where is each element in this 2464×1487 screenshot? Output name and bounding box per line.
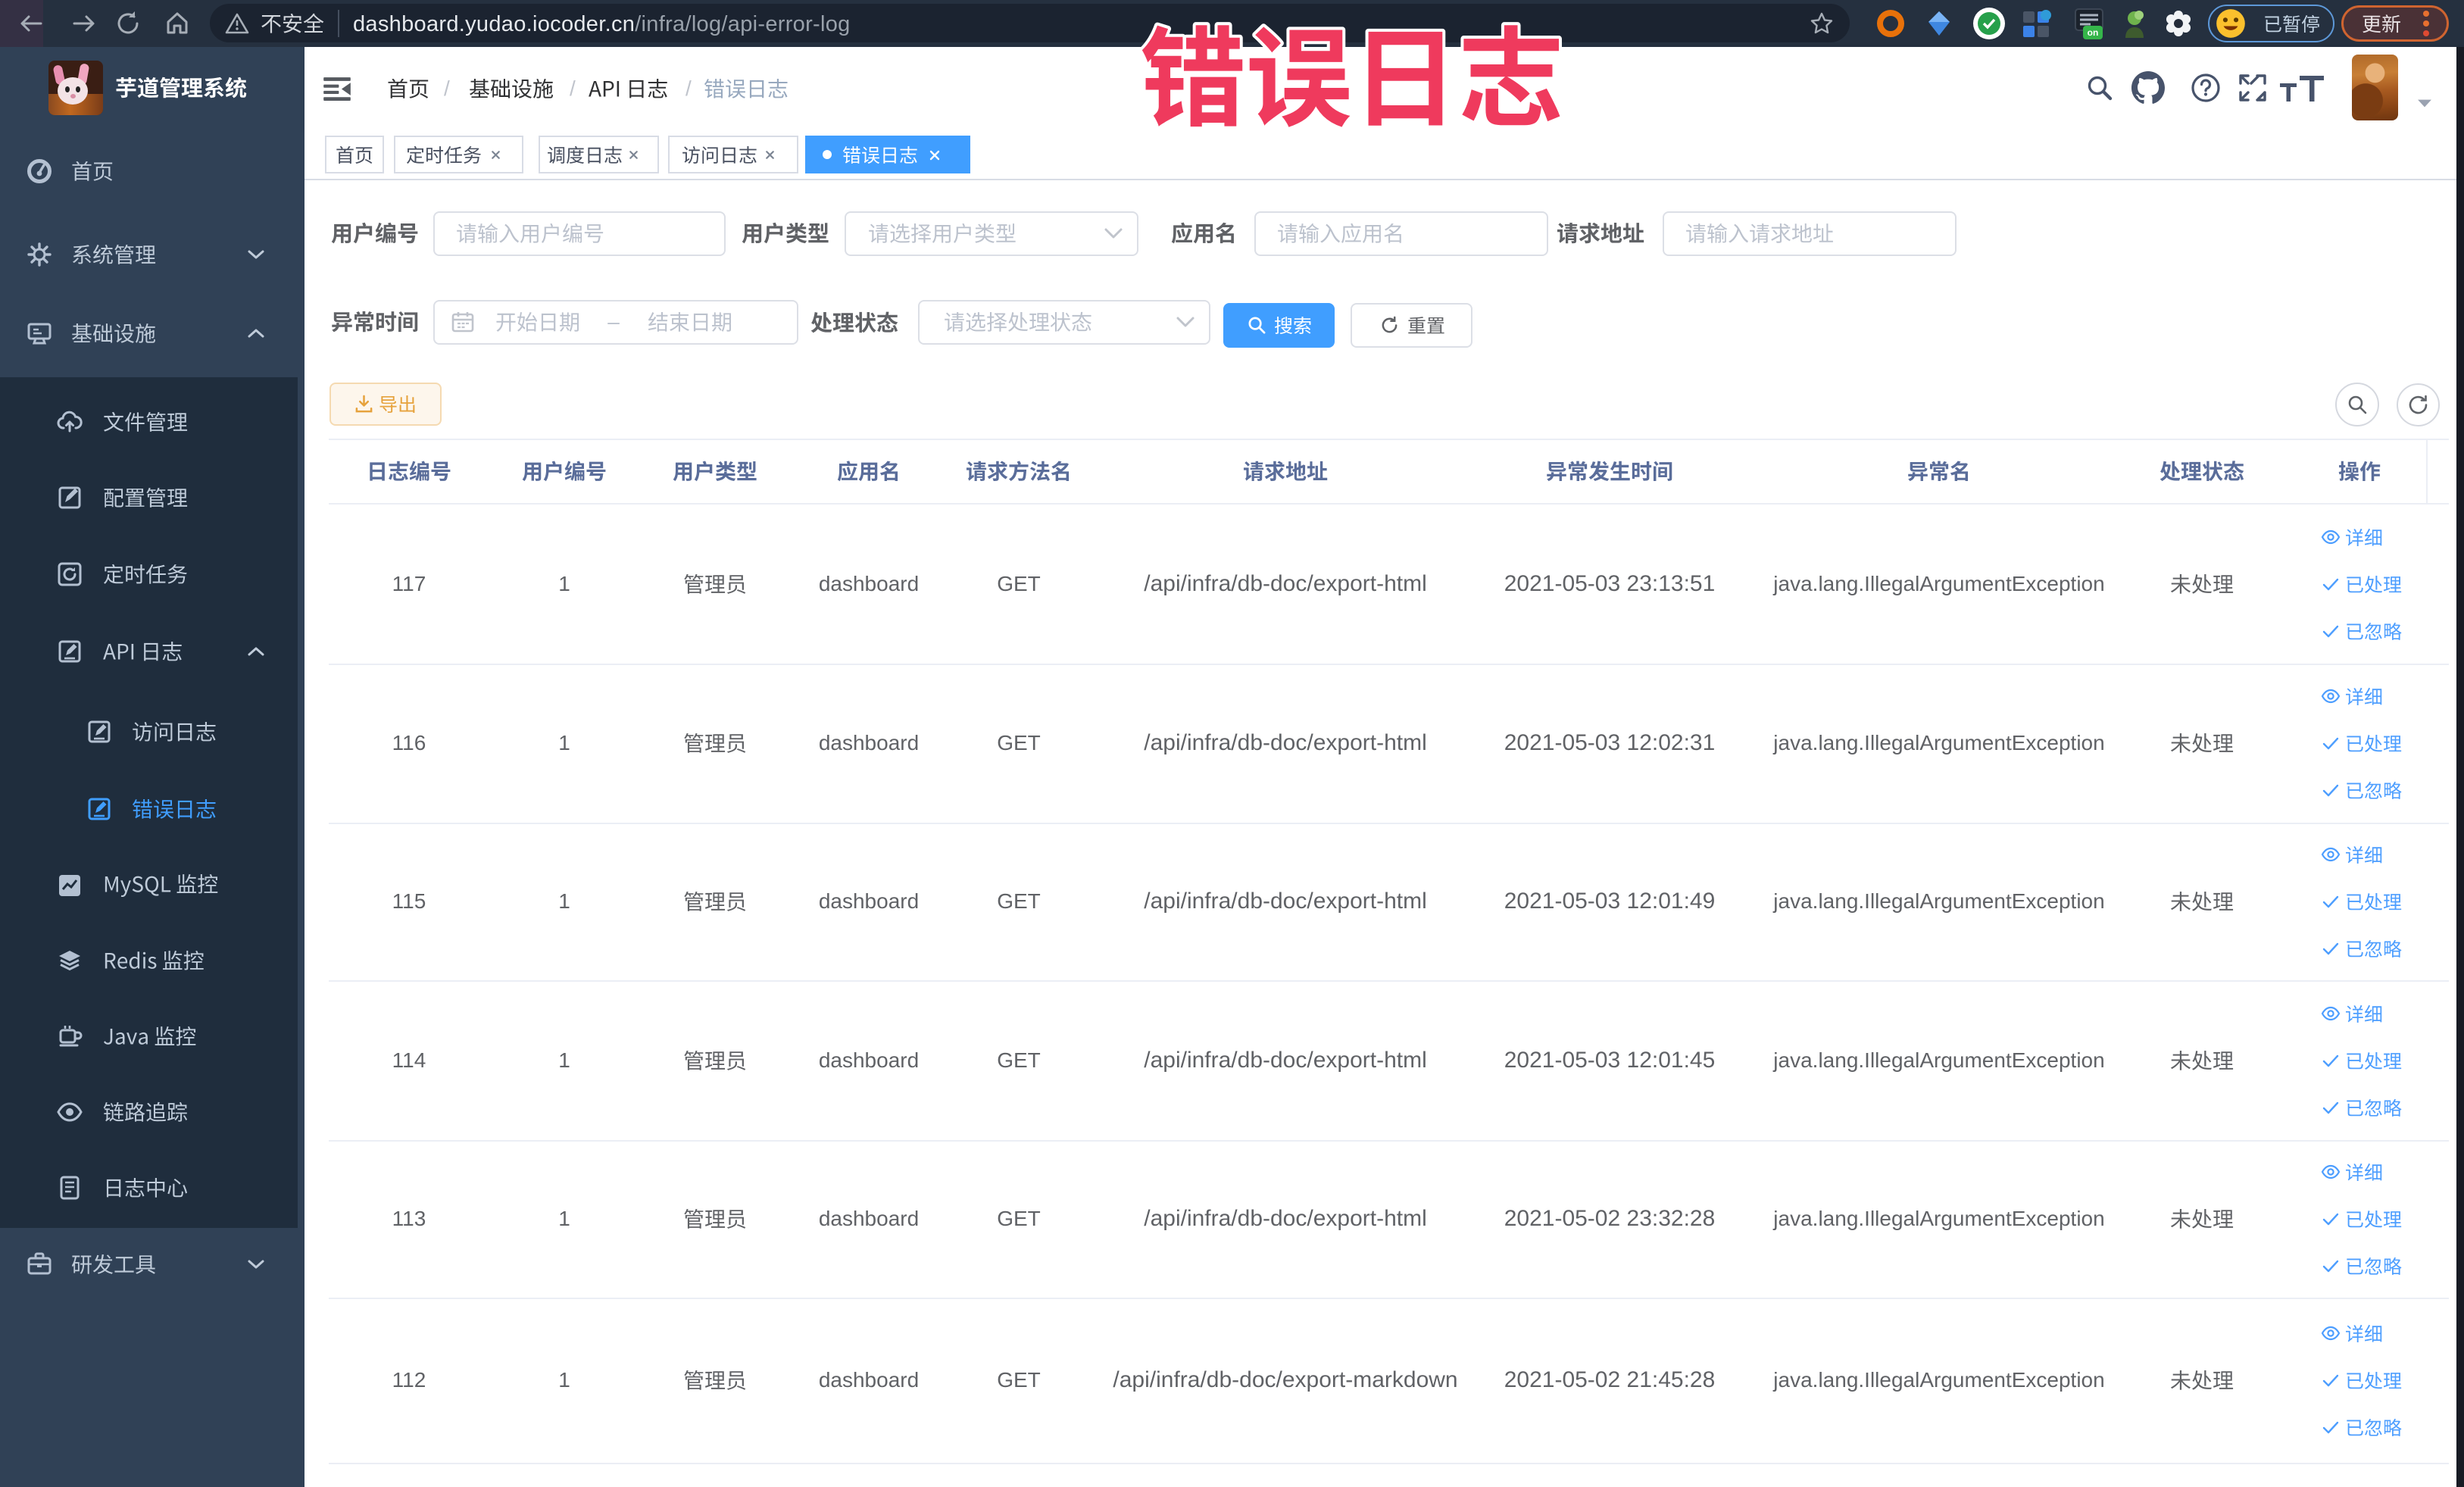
svg-text:on: on (2088, 27, 2099, 38)
